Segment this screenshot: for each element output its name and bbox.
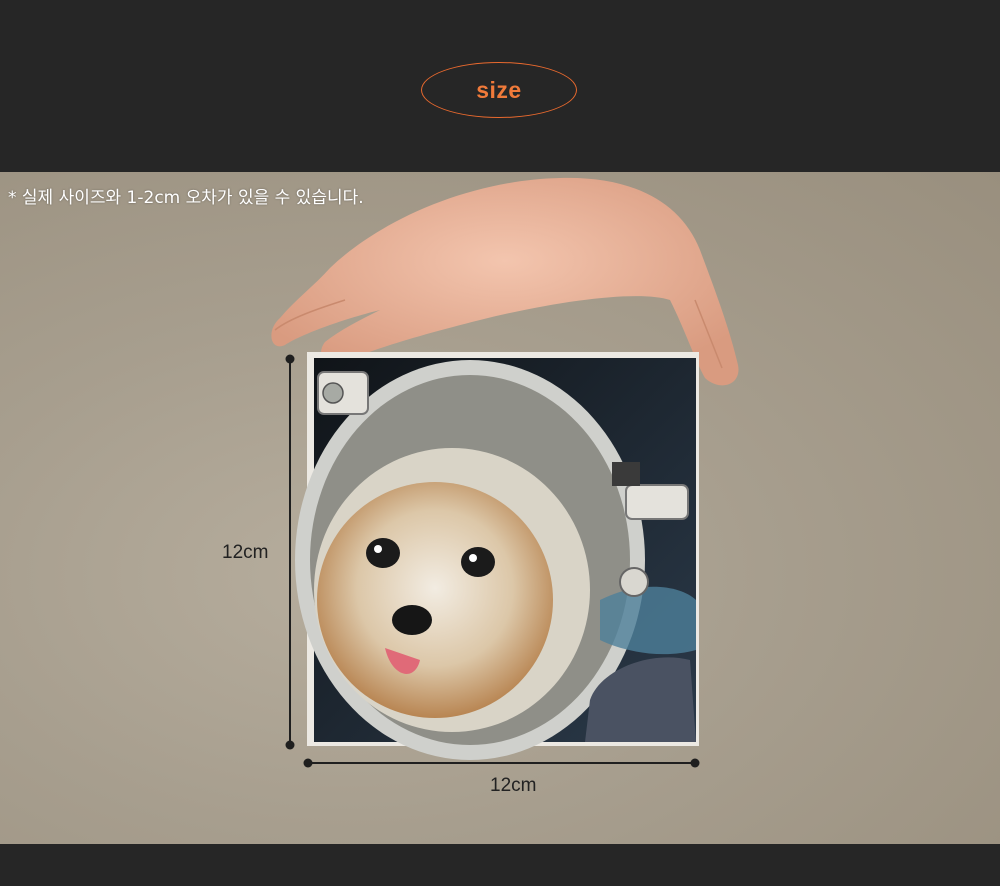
canvas-print [295,352,699,760]
height-label: 12cm [222,542,269,563]
height-dimension-line [285,354,295,750]
product-illustration [271,177,739,768]
width-dimension-line [303,758,700,768]
size-disclaimer: * 실제 사이즈와 1-2cm 오차가 있을 수 있습니다. [8,188,364,208]
footer-bar [0,844,1000,886]
width-label: 12cm [490,775,537,796]
